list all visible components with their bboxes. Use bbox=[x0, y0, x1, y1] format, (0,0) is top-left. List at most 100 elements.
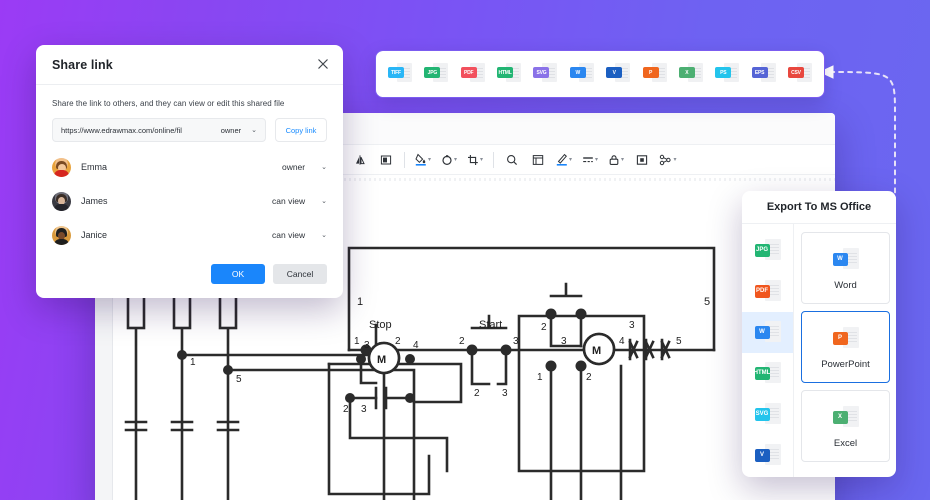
export-card-excel[interactable]: XExcel bbox=[801, 390, 890, 462]
share-link-dialog: Share link Share the link to others, and… bbox=[36, 45, 343, 298]
format-icon-pdf: PDF bbox=[755, 278, 781, 306]
position-icon[interactable] bbox=[373, 148, 399, 172]
format-icon-svg: SVG bbox=[755, 401, 781, 429]
motor-label-mid: M bbox=[377, 354, 386, 366]
svg-text:1: 1 bbox=[354, 336, 360, 347]
share-link-role[interactable]: owner bbox=[221, 126, 241, 135]
export-format-rail: JPG PDF W HTML SVG V bbox=[742, 224, 794, 477]
chevron-down-icon[interactable]: ⌄ bbox=[321, 231, 327, 239]
person-role[interactable]: can view bbox=[272, 196, 305, 206]
close-icon[interactable] bbox=[315, 56, 331, 72]
chevron-down-icon[interactable]: ⌄ bbox=[321, 197, 327, 205]
svg-text:3: 3 bbox=[502, 388, 508, 399]
distribute-icon[interactable]: ▾ bbox=[655, 148, 681, 172]
svg-text:2: 2 bbox=[474, 388, 480, 399]
svg-text:2: 2 bbox=[395, 336, 401, 347]
format-icon-x[interactable]: X bbox=[679, 61, 703, 87]
format-icon-jpg: JPG bbox=[755, 237, 781, 265]
ok-button[interactable]: OK bbox=[211, 264, 265, 284]
export-card-powerpoint[interactable]: P PowerPoint bbox=[801, 311, 890, 383]
export-card-label: Word bbox=[834, 280, 857, 291]
export-panel-title: Export To MS Office bbox=[742, 191, 896, 224]
share-dialog-title: Share link bbox=[52, 58, 113, 72]
format-icon-w[interactable]: W bbox=[570, 61, 594, 87]
format-icon-p[interactable]: P bbox=[643, 61, 667, 87]
share-link-field[interactable]: https://www.edrawmax.com/online/fil owne… bbox=[52, 118, 266, 142]
avatar bbox=[52, 226, 71, 245]
person-name: Emma bbox=[81, 162, 272, 172]
person-role[interactable]: can view bbox=[272, 230, 305, 240]
export-rail-item-svg[interactable]: SVG bbox=[742, 394, 793, 435]
toolbar-group-style: ▾ ▾ ▾ bbox=[410, 148, 488, 172]
motor-label-top: M bbox=[592, 345, 601, 357]
format-icon-html[interactable]: HTML bbox=[497, 61, 521, 87]
share-dialog-subtitle: Share the link to others, and they can v… bbox=[36, 85, 343, 118]
list-item[interactable]: Janice can view ⌄ bbox=[52, 218, 327, 252]
shared-people-list: Emma owner ⌄ James can view ⌄ bbox=[36, 142, 343, 252]
zoom-icon[interactable] bbox=[499, 148, 525, 172]
svg-text:4: 4 bbox=[413, 340, 419, 351]
svg-text:4: 4 bbox=[619, 336, 625, 347]
export-rail-item-html[interactable]: HTML bbox=[742, 353, 793, 394]
share-dialog-actions: OK Cancel bbox=[211, 264, 327, 284]
format-icon-w: W bbox=[755, 319, 781, 347]
svg-text:3: 3 bbox=[561, 336, 567, 347]
start-label: Start bbox=[479, 319, 502, 331]
format-icon-p: P bbox=[833, 325, 859, 353]
format-icon-tiff[interactable]: TIFF bbox=[388, 61, 412, 87]
export-rail-item-jpg[interactable]: JPG bbox=[742, 230, 793, 271]
svg-text:3: 3 bbox=[361, 404, 367, 415]
format-icon-eps[interactable]: EPS bbox=[752, 61, 776, 87]
lock-icon[interactable]: ▾ bbox=[603, 148, 629, 172]
chevron-down-icon[interactable]: ⌄ bbox=[321, 163, 327, 171]
screenshot-root: Help ▾ ▾ bbox=[0, 0, 930, 500]
person-name: James bbox=[81, 196, 262, 206]
export-panel-body: JPG PDF W HTML SVG V W Word P PowerPoint XExcel bbox=[742, 224, 896, 477]
center-icon[interactable] bbox=[629, 148, 655, 172]
list-item[interactable]: James can view ⌄ bbox=[52, 184, 327, 218]
svg-text:2: 2 bbox=[541, 322, 547, 333]
export-card-word[interactable]: W Word bbox=[801, 232, 890, 304]
share-dialog-header: Share link bbox=[36, 45, 343, 85]
format-icon-csv[interactable]: CSV bbox=[788, 61, 812, 87]
line-style-icon[interactable]: ▾ bbox=[577, 148, 603, 172]
format-icon-jpg[interactable]: JPG bbox=[424, 61, 448, 87]
format-icon-html: HTML bbox=[755, 360, 781, 388]
fill-color-icon[interactable]: ▾ bbox=[410, 148, 436, 172]
svg-text:1: 1 bbox=[537, 372, 543, 383]
export-rail-item-pdf[interactable]: PDF bbox=[742, 271, 793, 312]
person-name: Janice bbox=[81, 230, 262, 240]
export-rail-item-w[interactable]: W bbox=[742, 312, 793, 353]
avatar bbox=[52, 158, 71, 177]
format-icon-pdf[interactable]: PDF bbox=[461, 61, 485, 87]
export-rail-item-v[interactable]: V bbox=[742, 435, 793, 476]
share-link-url: https://www.edrawmax.com/online/fil bbox=[61, 126, 217, 135]
svg-text:2: 2 bbox=[586, 372, 592, 383]
export-card-label: PowerPoint bbox=[821, 359, 870, 370]
export-to-ms-office-panel: Export To MS Office JPG PDF W HTML SVG V W Wor… bbox=[742, 191, 896, 477]
export-card-list: W Word P PowerPoint XExcel bbox=[794, 224, 896, 477]
page-layout-icon[interactable] bbox=[525, 148, 551, 172]
format-icon-svg[interactable]: SVG bbox=[533, 61, 557, 87]
stop-label: Stop bbox=[369, 319, 392, 331]
format-icon-ps[interactable]: PS bbox=[715, 61, 739, 87]
svg-text:3: 3 bbox=[513, 336, 519, 347]
format-icon-x: X bbox=[833, 404, 859, 432]
flip-icon[interactable] bbox=[347, 148, 373, 172]
svg-text:5: 5 bbox=[236, 374, 242, 385]
cancel-button[interactable]: Cancel bbox=[273, 264, 327, 284]
line-color-icon[interactable]: ▾ bbox=[551, 148, 577, 172]
copy-link-button[interactable]: Copy link bbox=[275, 118, 327, 142]
shape-style-icon[interactable]: ▾ bbox=[436, 148, 462, 172]
svg-text:1: 1 bbox=[190, 357, 196, 368]
export-format-strip: TIFF JPG PDF HTML SVG WVPX PS EPS CSV bbox=[375, 50, 825, 98]
list-item[interactable]: Emma owner ⌄ bbox=[52, 150, 327, 184]
person-role[interactable]: owner bbox=[282, 162, 305, 172]
node-1-top: 1 bbox=[357, 296, 363, 308]
crop-icon[interactable]: ▾ bbox=[462, 148, 488, 172]
chevron-down-icon[interactable]: ⌄ bbox=[251, 126, 257, 134]
toolbar-separator bbox=[404, 152, 405, 168]
format-icon-v[interactable]: V bbox=[606, 61, 630, 87]
svg-text:5: 5 bbox=[676, 336, 682, 347]
format-icon-w: W bbox=[833, 246, 859, 274]
